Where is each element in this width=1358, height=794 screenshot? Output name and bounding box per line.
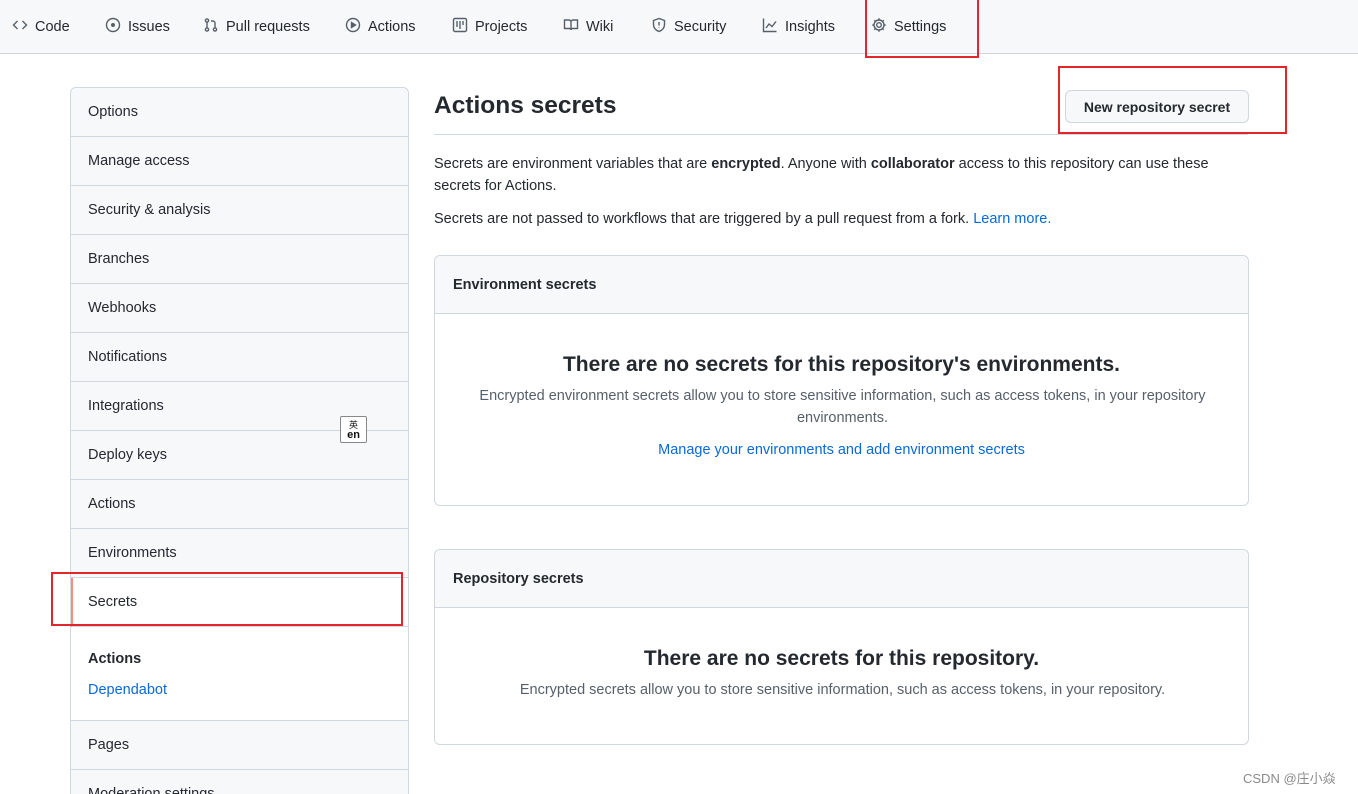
sidebar-item-label: Pages bbox=[88, 737, 130, 753]
intro-text-1: Secrets are environment variables that a… bbox=[434, 156, 712, 172]
tab-projects-label: Projects bbox=[475, 19, 528, 35]
book-icon bbox=[563, 17, 579, 37]
tab-pull-requests-label: Pull requests bbox=[226, 19, 310, 35]
sidebar-item-label: Actions bbox=[88, 496, 136, 512]
sidebar-item-actions[interactable]: Actions bbox=[71, 480, 408, 529]
tab-settings[interactable]: Settings bbox=[871, 0, 946, 54]
tab-code[interactable]: Code bbox=[12, 0, 70, 54]
sidebar-item-label: Environments bbox=[88, 545, 177, 561]
shield-icon bbox=[651, 17, 667, 37]
tab-wiki-label: Wiki bbox=[586, 19, 614, 35]
sidebar-item-pages[interactable]: Pages bbox=[71, 721, 408, 770]
sidebar-item-label: Webhooks bbox=[88, 300, 157, 316]
sidebar-item-secrets[interactable]: Secrets bbox=[71, 578, 408, 627]
subsection-heading: Actions bbox=[88, 651, 142, 667]
tab-insights[interactable]: Insights bbox=[762, 0, 835, 54]
issue-opened-icon bbox=[105, 17, 121, 37]
sidebar-item-branches[interactable]: Branches bbox=[71, 235, 408, 284]
tab-issues-label: Issues bbox=[128, 19, 170, 35]
sidebar-item-security-analysis[interactable]: Security & analysis bbox=[71, 186, 408, 235]
tab-wiki[interactable]: Wiki bbox=[563, 0, 613, 54]
repository-empty-text: Encrypted secrets allow you to store sen… bbox=[519, 682, 1166, 698]
intro-text-2: . Anyone with bbox=[780, 156, 871, 172]
git-pull-request-icon bbox=[203, 17, 219, 37]
environment-empty-title: There are no secrets for this repository… bbox=[562, 353, 1120, 376]
sidebar-item-label: Notifications bbox=[88, 349, 167, 365]
tab-security[interactable]: Security bbox=[651, 0, 726, 54]
sidebar-item-label: Security & analysis bbox=[88, 202, 211, 218]
manage-environments-link[interactable]: Manage your environments and add environ… bbox=[435, 442, 1248, 458]
ime-mode-bottom: en bbox=[347, 429, 360, 441]
tab-security-label: Security bbox=[674, 19, 727, 35]
tab-pull-requests[interactable]: Pull requests bbox=[203, 0, 310, 54]
sidebar-item-label: Integrations bbox=[88, 398, 164, 414]
graph-icon bbox=[762, 17, 778, 37]
sidebar-item-webhooks[interactable]: Webhooks bbox=[71, 284, 408, 333]
environment-empty-text: Encrypted environment secrets allow you … bbox=[479, 388, 1206, 426]
play-icon bbox=[345, 17, 361, 37]
code-icon bbox=[12, 17, 28, 37]
repository-secrets-box: Repository secrets There are no secrets … bbox=[434, 549, 1249, 745]
tab-insights-label: Insights bbox=[785, 19, 835, 35]
sidebar-item-moderation-settings[interactable]: Moderation settings bbox=[71, 770, 408, 794]
title-divider bbox=[434, 134, 1248, 135]
sidebar-item-label: Secrets bbox=[88, 594, 138, 610]
tab-code-label: Code bbox=[35, 19, 70, 35]
tab-actions-label: Actions bbox=[368, 19, 416, 35]
tab-actions[interactable]: Actions bbox=[345, 0, 416, 54]
intro-paragraph: Secrets are environment variables that a… bbox=[434, 153, 1234, 197]
repository-secrets-header: Repository secrets bbox=[435, 550, 1248, 608]
sidebar-item-options[interactable]: Options bbox=[71, 88, 408, 137]
sidebar-item-label: Options bbox=[88, 104, 138, 120]
sidebar-item-label: Moderation settings bbox=[88, 786, 215, 794]
tab-issues[interactable]: Issues bbox=[105, 0, 170, 54]
repo-nav-bar: Code Issues Pull requests Actions Projec… bbox=[0, 0, 1358, 54]
fork-note-paragraph: Secrets are not passed to workflows that… bbox=[434, 208, 1234, 230]
csdn-watermark: CSDN @庄小焱 bbox=[1243, 771, 1336, 786]
sidebar-item-label: Branches bbox=[88, 251, 150, 267]
gear-icon bbox=[871, 17, 887, 37]
environment-secrets-box: Environment secrets There are no secrets… bbox=[434, 255, 1249, 506]
sidebar-item-manage-access[interactable]: Manage access bbox=[71, 137, 408, 186]
learn-more-link[interactable]: Learn more. bbox=[973, 211, 1051, 227]
sidebar-item-label: Deploy keys bbox=[88, 447, 167, 463]
sidebar-item-label: Manage access bbox=[88, 153, 190, 169]
sidebar-link-dependabot[interactable]: Dependabot bbox=[88, 682, 167, 698]
tab-projects[interactable]: Projects bbox=[452, 0, 527, 54]
intro-bold-collaborator: collaborator bbox=[870, 156, 955, 172]
secrets-subsection: Actions Dependabot bbox=[71, 627, 408, 721]
page-title: Actions secrets bbox=[434, 92, 617, 119]
tab-settings-label: Settings bbox=[894, 19, 947, 35]
new-repository-secret-button[interactable]: New repository secret bbox=[1065, 90, 1249, 123]
repository-empty-title: There are no secrets for this repository… bbox=[643, 647, 1040, 670]
sidebar-item-environments[interactable]: Environments bbox=[71, 529, 408, 578]
sidebar-item-notifications[interactable]: Notifications bbox=[71, 333, 408, 382]
environment-secrets-header: Environment secrets bbox=[435, 256, 1248, 314]
ime-indicator[interactable]: 英 en bbox=[340, 416, 367, 443]
table-icon bbox=[452, 17, 468, 37]
fork-note-text: Secrets are not passed to workflows that… bbox=[434, 211, 974, 227]
intro-bold-encrypted: encrypted bbox=[711, 156, 781, 172]
